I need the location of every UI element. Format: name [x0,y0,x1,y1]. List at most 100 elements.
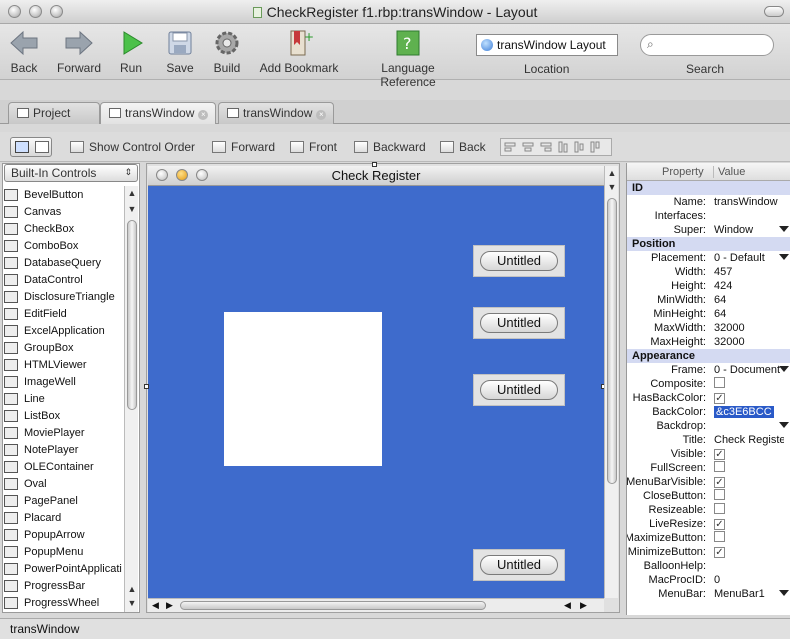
property-row[interactable]: BalloonHelp: [627,559,790,573]
property-row[interactable]: MinimizeButton: ✓ [627,545,790,559]
property-row[interactable]: MinWidth: 64 [627,293,790,307]
property-value[interactable]: Check Register [714,433,784,447]
checkbox[interactable]: ✓ [714,477,725,488]
property-row[interactable]: FullScreen: [627,461,790,475]
library-scrollbar[interactable]: ▲ ▼ ▲ ▼ [124,186,138,612]
dropdown-arrow-icon[interactable] [779,366,789,372]
property-row[interactable]: CloseButton: [627,489,790,503]
control-item[interactable]: Oval [4,475,122,492]
scroll-up-icon[interactable]: ▲ [125,584,139,594]
checkbox[interactable]: ✓ [714,449,725,460]
property-row[interactable]: Composite: [627,377,790,391]
control-item[interactable]: Canvas [4,203,122,220]
property-value[interactable]: ✓ [714,391,784,405]
dropdown-arrow-icon[interactable] [779,422,789,428]
dropdown-arrow-icon[interactable] [779,226,789,232]
property-row[interactable]: BackColor: &c3E6BCC [627,405,790,419]
checkbox[interactable] [714,503,725,514]
property-row[interactable]: MaximizeButton: [627,531,790,545]
language-reference-button[interactable]: ? Language Reference [352,28,464,89]
scroll-right-icon[interactable]: ▶ [580,600,587,611]
checkbox[interactable] [714,489,725,500]
control-item[interactable]: Placard [4,509,122,526]
control-item[interactable]: PowerPointApplicati... [4,560,122,577]
close-tab-icon[interactable]: × [316,110,327,120]
control-item[interactable]: ImageWell [4,373,122,390]
property-value[interactable]: ✓ [714,517,784,531]
control-item[interactable]: NotePlayer [4,441,122,458]
property-value[interactable]: &c3E6BCC [714,405,784,419]
checkbox[interactable] [714,531,725,542]
toolbar-toggle-button[interactable] [764,6,784,17]
property-row[interactable]: Visible: ✓ [627,447,790,461]
property-value[interactable] [714,377,784,392]
property-group-header[interactable]: ID [627,181,790,195]
property-value[interactable]: 424 [714,279,784,293]
show-control-order-button[interactable]: Show Control Order [70,140,195,154]
control-item[interactable]: EditField [4,305,122,322]
editor-vertical-scrollbar[interactable]: ▲ ▼ [604,166,618,598]
control-item[interactable]: ComboBox [4,237,122,254]
untitled-push-button-4[interactable]: Untitled [473,549,565,581]
property-row[interactable]: Height: 424 [627,279,790,293]
property-value[interactable]: transWindow [714,195,784,209]
backward-order-button[interactable]: Backward [354,140,426,154]
property-value[interactable] [714,503,784,518]
close-tab-icon[interactable]: × [198,110,209,120]
checkbox[interactable] [714,461,725,472]
scroll-right-icon[interactable]: ▶ [166,600,173,611]
back-button[interactable]: Back [6,28,42,75]
property-row[interactable]: HasBackColor: ✓ [627,391,790,405]
property-value[interactable] [714,531,784,546]
property-value[interactable]: 64 [714,307,784,321]
property-row[interactable]: Frame: 0 - Document [627,363,790,377]
control-item[interactable]: ProgressWheel [4,594,122,611]
scroll-down-icon[interactable]: ▼ [605,182,619,192]
control-item[interactable]: Line [4,390,122,407]
property-group-header[interactable]: Appearance [627,349,790,363]
dropdown-arrow-icon[interactable] [779,254,789,260]
property-row[interactable]: Name: transWindow [627,195,790,209]
controls-category-select[interactable]: Built-In Controls ⇕ [4,164,138,182]
scroll-down-icon[interactable]: ▼ [125,204,139,214]
tab-project[interactable]: Project [8,102,100,124]
tab-transwindow-1[interactable]: transWindow × [100,102,216,124]
property-row[interactable]: Super: Window [627,223,790,237]
checkbox[interactable]: ✓ [714,393,725,404]
property-value[interactable]: ✓ [714,545,784,559]
scroll-left-icon[interactable]: ◀ [564,600,571,611]
dropdown-arrow-icon[interactable] [779,590,789,596]
code-view-icon[interactable] [35,141,49,153]
control-item[interactable]: PopupArrow [4,526,122,543]
scroll-left-icon[interactable]: ◀ [152,600,159,611]
control-item[interactable]: PagePanel [4,492,122,509]
property-value[interactable]: 64 [714,293,784,307]
property-value[interactable]: 0 - Default [714,251,784,265]
build-button[interactable]: Build [210,28,244,75]
run-button[interactable]: Run [116,28,146,75]
control-item[interactable]: HTMLViewer [4,356,122,373]
property-value[interactable]: 0 - Document [714,363,784,377]
scroll-up-icon[interactable]: ▲ [605,168,619,178]
control-item[interactable]: ExcelApplication [4,322,122,339]
control-item[interactable]: DisclosureTriangle [4,288,122,305]
property-value[interactable] [714,461,784,476]
untitled-push-button-1[interactable]: Untitled [473,245,565,277]
property-value[interactable]: 0 [714,573,784,587]
search-input[interactable]: ⌕ [640,34,774,56]
property-row[interactable]: LiveResize: ✓ [627,517,790,531]
control-item[interactable]: CheckBox [4,220,122,237]
control-item[interactable]: ProgressBar [4,577,122,594]
property-row[interactable]: Title: Check Register [627,433,790,447]
save-button[interactable]: Save [164,28,196,75]
property-value[interactable]: MenuBar1 [714,587,784,601]
checkbox[interactable] [714,377,725,388]
property-row[interactable]: Backdrop: [627,419,790,433]
location-field[interactable]: transWindow Layout [476,34,618,56]
forward-button[interactable]: Forward [54,28,104,75]
property-row[interactable]: MaxWidth: 32000 [627,321,790,335]
untitled-push-button-3[interactable]: Untitled [473,374,565,406]
property-value[interactable]: 32000 [714,335,784,349]
control-item[interactable]: OLEContainer [4,458,122,475]
canvas-control[interactable] [224,312,382,466]
